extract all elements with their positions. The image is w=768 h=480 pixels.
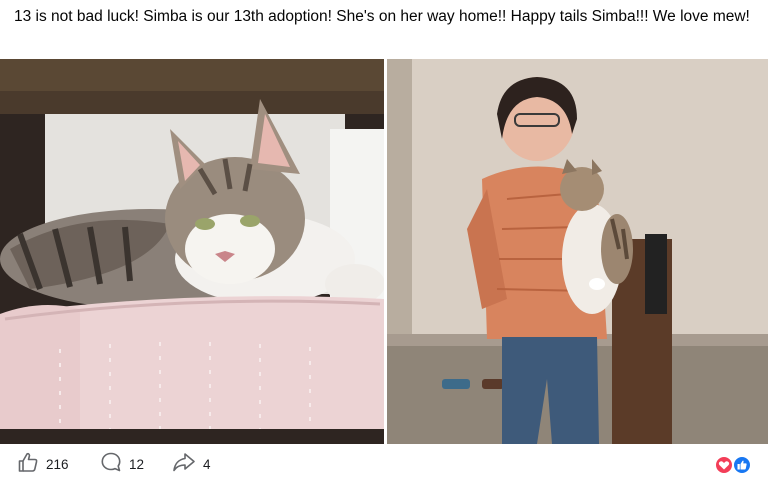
comment-bubble-icon bbox=[100, 451, 122, 478]
like-reaction-icon bbox=[732, 455, 752, 475]
reaction-summary[interactable] bbox=[714, 455, 755, 475]
share-button[interactable]: 4 bbox=[172, 451, 211, 478]
post-text: 13 is not bad luck! Simba is our 13th ad… bbox=[14, 8, 750, 25]
like-count: 216 bbox=[46, 456, 69, 472]
comment-button[interactable]: 12 bbox=[100, 451, 145, 478]
share-arrow-icon bbox=[172, 451, 196, 478]
love-heart-reaction-icon bbox=[714, 455, 734, 475]
comment-count: 12 bbox=[129, 456, 145, 472]
like-button[interactable]: 216 bbox=[17, 451, 69, 478]
photo-cat-in-bed[interactable] bbox=[0, 59, 384, 444]
photo-woman-holding-cat[interactable] bbox=[387, 59, 768, 444]
thumbs-up-icon bbox=[17, 451, 39, 478]
post-footer: 216 12 4 bbox=[0, 444, 768, 480]
share-count: 4 bbox=[203, 456, 211, 472]
photo-gallery bbox=[0, 59, 768, 444]
